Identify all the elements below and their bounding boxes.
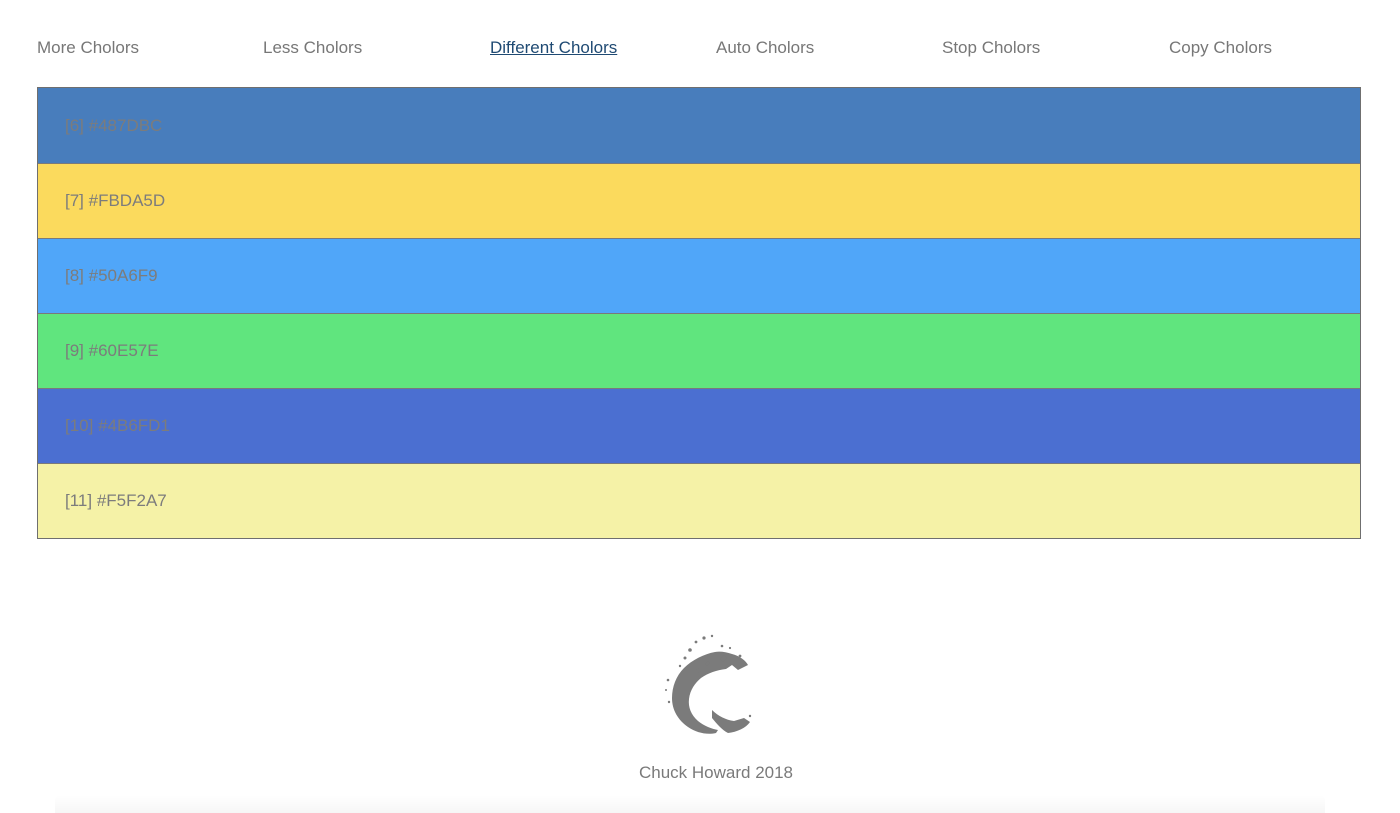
nav-copy-cholors[interactable]: Copy Cholors (1169, 38, 1272, 58)
color-swatch[interactable]: [6] #487DBC (38, 88, 1360, 163)
color-swatch-list: [6] #487DBC [7] #FBDA5D [8] #50A6F9 [9] … (37, 87, 1361, 539)
nav-more-cholors[interactable]: More Cholors (37, 38, 139, 58)
color-swatch[interactable]: [9] #60E57E (38, 313, 1360, 388)
swatch-label: [11] #F5F2A7 (65, 491, 167, 510)
nav-different-cholors[interactable]: Different Cholors (490, 38, 617, 58)
nav-stop-cholors[interactable]: Stop Cholors (942, 38, 1040, 58)
swatch-label: [6] #487DBC (65, 115, 163, 135)
nav-auto-cholors[interactable]: Auto Cholors (716, 38, 814, 58)
top-nav: More Cholors Less Cholors Different Chol… (37, 0, 1397, 87)
swatch-label: [9] #60E57E (65, 341, 159, 360)
color-swatch[interactable]: [10] #4B6FD1 (38, 388, 1360, 463)
swatch-label: [8] #50A6F9 (65, 266, 158, 285)
footer-credit: Chuck Howard 2018 (638, 763, 794, 782)
swatch-label: [7] #FBDA5D (65, 191, 166, 210)
color-swatch[interactable]: [8] #50A6F9 (38, 238, 1360, 313)
nav-less-cholors[interactable]: Less Cholors (263, 38, 362, 58)
color-swatch[interactable]: [11] #F5F2A7 (38, 463, 1360, 538)
swatch-label: [10] #4B6FD1 (65, 416, 170, 435)
c-logo-icon (665, 634, 752, 734)
footer-shadow (55, 795, 1325, 813)
color-swatch[interactable]: [7] #FBDA5D (38, 163, 1360, 238)
